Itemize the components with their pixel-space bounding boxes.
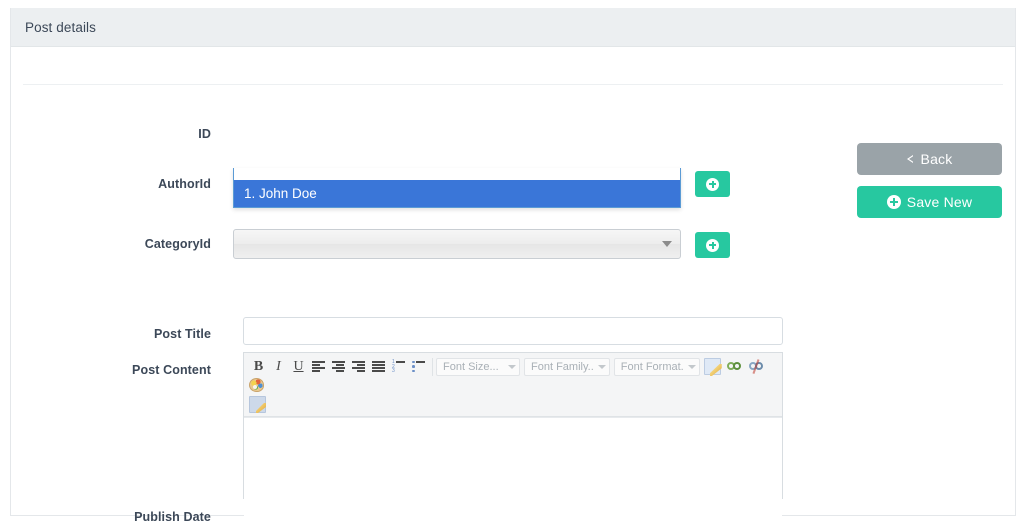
chevron-down-icon xyxy=(687,364,696,369)
back-button-label: Back xyxy=(920,151,953,167)
back-button[interactable]: Back xyxy=(857,143,1002,175)
font-family-label: Font Family.. xyxy=(531,360,594,373)
dropdown-option-john-doe[interactable]: 1. John Doe xyxy=(234,180,680,207)
label-id: ID xyxy=(198,127,211,141)
authorid-dropdown-list[interactable]: 1. John Doe xyxy=(233,168,681,208)
editor-toolbar: B I U 1 2 3 Font Size... Font Family.. F… xyxy=(244,353,782,417)
chain-icon xyxy=(727,362,742,371)
label-post-title: Post Title xyxy=(153,327,211,341)
align-left-icon xyxy=(312,361,325,372)
label-post-content: Post Content xyxy=(132,363,211,377)
editor-content-area[interactable] xyxy=(244,417,782,517)
bold-button[interactable]: B xyxy=(249,357,268,376)
font-format-label: Font Format. xyxy=(620,360,684,373)
font-family-select[interactable]: Font Family.. xyxy=(524,357,610,376)
divider xyxy=(23,84,1003,85)
font-format-select[interactable]: Font Format. xyxy=(613,357,700,376)
chevron-down-icon xyxy=(508,364,516,369)
align-left-button[interactable] xyxy=(309,357,328,376)
ordered-list-icon: 123 xyxy=(392,360,405,374)
remove-link-icon[interactable] xyxy=(748,358,765,375)
plus-circle-icon xyxy=(706,238,719,252)
chevron-down-icon xyxy=(597,364,606,369)
dropdown-option-label: 1. John Doe xyxy=(244,186,317,201)
align-center-button[interactable] xyxy=(329,357,348,376)
unordered-list-button[interactable] xyxy=(409,357,428,376)
label-publish-date: Publish Date xyxy=(134,510,211,524)
palette-icon xyxy=(249,378,264,392)
insert-link-icon[interactable] xyxy=(726,358,743,375)
add-author-button[interactable] xyxy=(695,171,730,197)
align-center-icon xyxy=(332,361,345,372)
label-categoryid: CategoryId xyxy=(144,237,211,251)
save-new-button[interactable]: Save New xyxy=(857,186,1002,218)
unordered-list-icon xyxy=(412,360,425,373)
align-justify-icon xyxy=(372,361,385,372)
italic-button[interactable]: I xyxy=(269,357,288,376)
font-size-select[interactable]: Font Size... xyxy=(436,357,520,376)
save-new-button-label: Save New xyxy=(906,194,973,210)
underline-button[interactable]: U xyxy=(289,357,308,376)
font-size-label: Font Size... xyxy=(443,360,499,373)
add-category-button[interactable] xyxy=(695,232,730,258)
broken-chain-icon xyxy=(749,362,764,371)
align-right-button[interactable] xyxy=(349,357,368,376)
post-title-input[interactable] xyxy=(243,317,783,345)
page-root: Post details ID AuthorId CategoryId 1. J… xyxy=(0,0,1024,524)
text-color-button[interactable] xyxy=(249,376,266,393)
align-justify-button[interactable] xyxy=(369,357,388,376)
align-right-icon xyxy=(352,361,365,372)
chevron-down-icon xyxy=(662,241,672,247)
panel-body: ID AuthorId CategoryId 1. John Doe Post … xyxy=(11,47,1015,524)
plus-circle-icon xyxy=(706,177,719,191)
toolbar-separator xyxy=(432,357,433,376)
view-source-icon[interactable] xyxy=(249,396,266,413)
ordered-list-button[interactable]: 123 xyxy=(389,357,408,376)
post-details-panel: Post details ID AuthorId CategoryId 1. J… xyxy=(10,8,1016,524)
rich-text-editor: B I U 1 2 3 Font Size... Font Family.. F… xyxy=(243,352,783,517)
label-authorid: AuthorId xyxy=(158,177,211,191)
edit-source-icon[interactable] xyxy=(703,358,721,375)
panel-header: Post details xyxy=(11,8,1015,47)
categoryid-select[interactable] xyxy=(233,229,681,259)
plus-circle-icon xyxy=(886,195,901,209)
page-title: Post details xyxy=(25,19,96,35)
chevron-left-icon xyxy=(906,154,915,163)
